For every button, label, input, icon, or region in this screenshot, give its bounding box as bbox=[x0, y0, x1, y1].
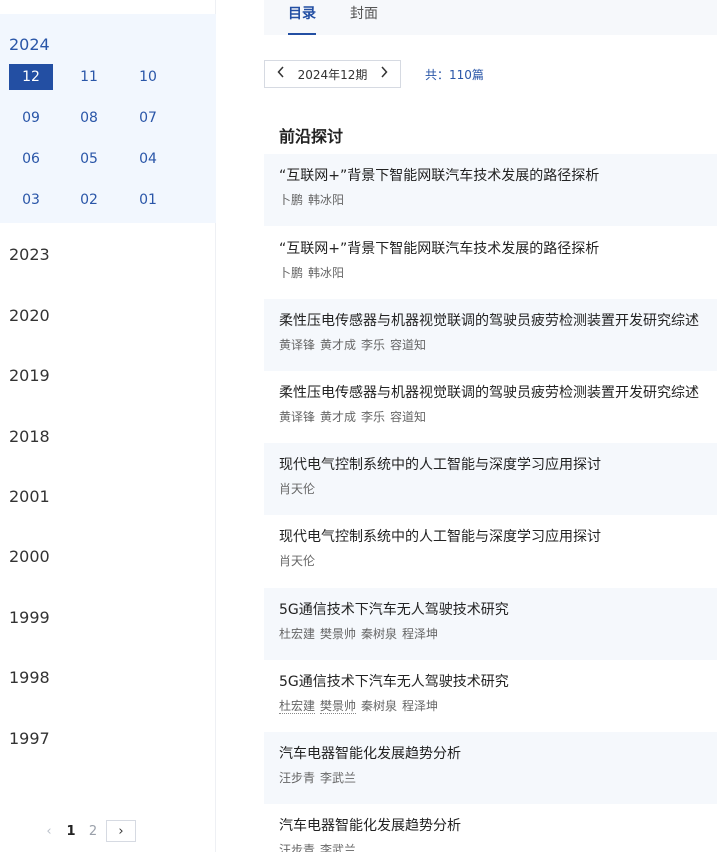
author-link[interactable]: 李乐 bbox=[361, 410, 385, 424]
article-item[interactable]: 现代电气控制系统中的人工智能与深度学习应用探讨 肖天伦 bbox=[264, 515, 717, 587]
month-item-09[interactable]: 09 bbox=[9, 105, 53, 131]
tab-cover[interactable]: 封面 bbox=[350, 0, 378, 35]
year-item-2019[interactable]: 2019 bbox=[9, 366, 50, 385]
issue-contents: 目录 封面 2024年12期 共：110篇 前沿探讨 “互联网+”背景下智能网联… bbox=[217, 0, 717, 852]
article-title[interactable]: 柔性压电传感器与机器视觉联调的驾驶员疲劳检测装置开发研究综述 bbox=[279, 311, 717, 331]
year-label-2024[interactable]: 2024 bbox=[9, 35, 50, 54]
article-authors: 黄译锋 黄才成 李乐 容道知 bbox=[279, 337, 717, 353]
pager-next-icon[interactable]: › bbox=[106, 820, 136, 842]
year-item-2023[interactable]: 2023 bbox=[9, 245, 50, 264]
author-link[interactable]: 卜鹏 bbox=[279, 193, 303, 207]
year-group-2024: 2024 12 11 10 09 08 07 06 05 04 03 02 01 bbox=[0, 14, 216, 223]
article-authors: 汪步青 李武兰 bbox=[279, 842, 717, 852]
article-authors: 杜宏建 樊景帅 秦树泉 程泽坤 bbox=[279, 626, 717, 642]
tab-contents[interactable]: 目录 bbox=[288, 0, 316, 35]
author-link[interactable]: 黄译锋 bbox=[279, 338, 315, 352]
article-item[interactable]: “互联网+”背景下智能网联汽车技术发展的路径探析 卜鹏 韩冰阳 bbox=[264, 154, 717, 226]
year-item-1997[interactable]: 1997 bbox=[9, 729, 50, 748]
year-item-2001[interactable]: 2001 bbox=[9, 487, 50, 506]
section-title: 前沿探讨 bbox=[279, 127, 344, 146]
article-title[interactable]: “互联网+”背景下智能网联汽车技术发展的路径探析 bbox=[279, 166, 717, 186]
author-link[interactable]: 容道知 bbox=[390, 338, 426, 352]
month-item-04[interactable]: 04 bbox=[126, 146, 170, 172]
article-title[interactable]: 汽车电器智能化发展趋势分析 bbox=[279, 816, 717, 836]
chevron-left-icon[interactable] bbox=[277, 66, 285, 82]
pager-page-1[interactable]: 1 bbox=[60, 824, 82, 839]
author-link[interactable]: 韩冰阳 bbox=[308, 193, 344, 207]
article-authors: 杜宏建 樊景帅 秦树泉 程泽坤 bbox=[279, 698, 717, 714]
year-item-2018[interactable]: 2018 bbox=[9, 427, 50, 446]
year-item-1999[interactable]: 1999 bbox=[9, 608, 50, 627]
year-item-1998[interactable]: 1998 bbox=[9, 668, 50, 687]
month-item-12[interactable]: 12 bbox=[9, 64, 53, 90]
author-link[interactable]: 李武兰 bbox=[320, 843, 356, 852]
article-item[interactable]: 柔性压电传感器与机器视觉联调的驾驶员疲劳检测装置开发研究综述 黄译锋 黄才成 李乐容… bbox=[264, 371, 717, 443]
year-item-2020[interactable]: 2020 bbox=[9, 306, 50, 325]
pager-prev-icon[interactable]: ‹ bbox=[38, 820, 60, 842]
author-link[interactable]: 程泽坤 bbox=[402, 699, 438, 713]
article-authors: 黄译锋 黄才成 李乐 容道知 bbox=[279, 409, 717, 425]
article-authors: 肖天伦 bbox=[279, 481, 717, 497]
month-item-06[interactable]: 06 bbox=[9, 146, 53, 172]
author-link[interactable]: 秦树泉 bbox=[361, 627, 397, 641]
author-link[interactable]: 李武兰 bbox=[320, 771, 356, 785]
article-authors: 卜鹏 韩冰阳 bbox=[279, 265, 717, 281]
issue-selector: 2024年12期 bbox=[264, 60, 401, 88]
article-item[interactable]: 柔性压电传感器与机器视觉联调的驾驶员疲劳检测装置开发研究综述 黄译锋 黄才成 李乐容… bbox=[264, 299, 717, 371]
author-link[interactable]: 肖天伦 bbox=[279, 554, 315, 568]
article-title[interactable]: 现代电气控制系统中的人工智能与深度学习应用探讨 bbox=[279, 455, 717, 475]
article-title[interactable]: 5G通信技术下汽车无人驾驶技术研究 bbox=[279, 600, 717, 620]
pager-page-2[interactable]: 2 bbox=[82, 824, 104, 839]
author-link[interactable]: 秦树泉 bbox=[361, 699, 397, 713]
month-item-08[interactable]: 08 bbox=[67, 105, 111, 131]
year-issue-sidebar: 2024 12 11 10 09 08 07 06 05 04 03 02 01… bbox=[0, 0, 216, 852]
author-link[interactable]: 李乐 bbox=[361, 338, 385, 352]
author-link[interactable]: 黄才成 bbox=[320, 338, 356, 352]
article-authors: 肖天伦 bbox=[279, 553, 717, 569]
article-title[interactable]: “互联网+”背景下智能网联汽车技术发展的路径探析 bbox=[279, 239, 717, 259]
year-item-2000[interactable]: 2000 bbox=[9, 547, 50, 566]
article-title[interactable]: 汽车电器智能化发展趋势分析 bbox=[279, 744, 717, 764]
author-link[interactable]: 杜宏建 bbox=[279, 627, 315, 641]
author-link[interactable]: 汪步青 bbox=[279, 771, 315, 785]
author-link[interactable]: 容道知 bbox=[390, 410, 426, 424]
article-item[interactable]: 5G通信技术下汽车无人驾驶技术研究 杜宏建 樊景帅 秦树泉 程泽坤 bbox=[264, 588, 717, 660]
tab-bar: 目录 封面 bbox=[264, 0, 717, 35]
author-link[interactable]: 程泽坤 bbox=[402, 627, 438, 641]
chevron-right-icon[interactable] bbox=[380, 66, 388, 82]
author-link[interactable]: 杜宏建 bbox=[279, 699, 316, 714]
article-total-count: 共：110篇 bbox=[425, 68, 484, 82]
author-link[interactable]: 卜鹏 bbox=[279, 266, 303, 280]
article-item[interactable]: 汽车电器智能化发展趋势分析 汪步青 李武兰 bbox=[264, 732, 717, 804]
article-title[interactable]: 5G通信技术下汽车无人驾驶技术研究 bbox=[279, 672, 717, 692]
article-item[interactable]: “互联网+”背景下智能网联汽车技术发展的路径探析 卜鹏 韩冰阳 bbox=[264, 227, 717, 299]
article-item[interactable]: 现代电气控制系统中的人工智能与深度学习应用探讨 肖天伦 bbox=[264, 443, 717, 515]
article-authors: 汪步青 李武兰 bbox=[279, 770, 717, 786]
month-item-05[interactable]: 05 bbox=[67, 146, 111, 172]
article-item[interactable]: 汽车电器智能化发展趋势分析 汪步青 李武兰 bbox=[264, 804, 717, 852]
month-item-07[interactable]: 07 bbox=[126, 105, 170, 131]
article-title[interactable]: 现代电气控制系统中的人工智能与深度学习应用探讨 bbox=[279, 527, 717, 547]
author-link[interactable]: 韩冰阳 bbox=[308, 266, 344, 280]
author-link[interactable]: 黄才成 bbox=[320, 410, 356, 424]
author-link[interactable]: 黄译锋 bbox=[279, 410, 315, 424]
month-item-03[interactable]: 03 bbox=[9, 187, 53, 213]
article-title[interactable]: 柔性压电传感器与机器视觉联调的驾驶员疲劳检测装置开发研究综述 bbox=[279, 383, 717, 403]
month-item-01[interactable]: 01 bbox=[126, 187, 170, 213]
author-link[interactable]: 樊景帅 bbox=[320, 627, 356, 641]
issue-label: 2024年12期 bbox=[297, 67, 368, 82]
year-pager: ‹ 1 2 › bbox=[38, 820, 136, 842]
month-item-02[interactable]: 02 bbox=[67, 187, 111, 213]
article-item[interactable]: 5G通信技术下汽车无人驾驶技术研究 杜宏建 樊景帅 秦树泉 程泽坤 bbox=[264, 660, 717, 732]
author-link[interactable]: 樊景帅 bbox=[320, 699, 357, 714]
author-link[interactable]: 肖天伦 bbox=[279, 482, 315, 496]
author-link[interactable]: 汪步青 bbox=[279, 843, 315, 852]
article-authors: 卜鹏 韩冰阳 bbox=[279, 192, 717, 208]
month-item-10[interactable]: 10 bbox=[126, 64, 170, 90]
month-item-11[interactable]: 11 bbox=[67, 64, 111, 90]
